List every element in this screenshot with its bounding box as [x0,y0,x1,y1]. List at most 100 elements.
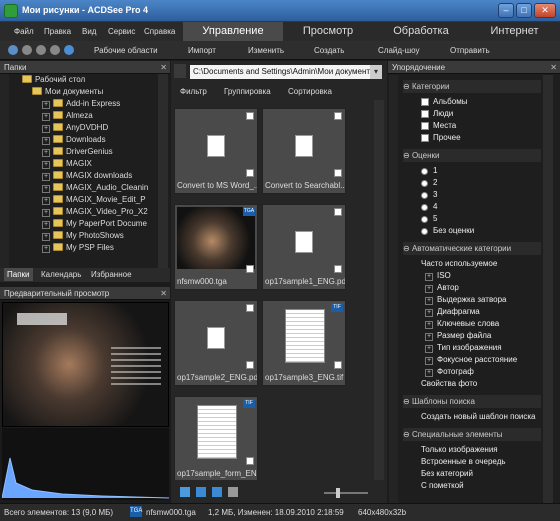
expand-icon[interactable]: + [42,173,50,181]
expand-icon[interactable]: + [425,273,433,281]
list-item[interactable]: Без категорий [421,469,473,478]
tree-row[interactable]: + My PSP Files [22,242,158,254]
list-item[interactable]: + ISO [425,271,451,281]
tree-row[interactable]: + Almeza [22,110,158,122]
toolbar-workspaces[interactable]: Рабочие области [94,46,158,55]
folders-scrollbar[interactable] [158,74,168,269]
filter-dropdown[interactable]: Фильтр [180,87,207,96]
list-item[interactable]: С пометкой [421,481,464,490]
tree-row[interactable]: Рабочий стол [22,74,158,86]
section-header[interactable]: ⊖ Шаблоны поиска [403,395,541,408]
list-item[interactable]: 2 [421,178,437,187]
organize-scrollbar[interactable] [543,75,553,503]
tree-row[interactable]: + MAGIX_Audio_Cleanin [22,182,158,194]
zoom-slider[interactable] [324,492,368,494]
list-item[interactable]: Альбомы [421,97,467,106]
list-item[interactable]: + Диафрагма [425,307,480,317]
toolbar-create[interactable]: Создать [314,46,344,55]
expand-icon[interactable]: + [42,233,50,241]
tab-favorites[interactable]: Избранное [88,268,135,281]
back-icon[interactable] [8,45,18,55]
checkbox[interactable] [421,134,429,142]
thumbnail-item[interactable]: TIF op17sample_form_EN... [174,396,258,480]
mode-tab-online[interactable]: Интернет [469,22,560,41]
select-checkbox[interactable] [246,169,254,177]
menu-view[interactable]: Вид [82,27,96,36]
expand-icon[interactable]: + [42,221,50,229]
tree-row[interactable]: + AnyDVDHD [22,122,158,134]
tree-row[interactable]: + MAGIX_Movie_Edit_P [22,194,158,206]
select-checkbox[interactable] [246,112,254,120]
tree-row[interactable]: + MAGIX [22,158,158,170]
path-dropdown-icon[interactable]: ▾ [370,65,382,79]
list-item[interactable]: + Размер файла [425,331,491,341]
collapse-icon[interactable]: ⊖ [403,82,412,91]
toolbar-slideshow[interactable]: Слайд-шоу [378,46,419,55]
maximize-button[interactable]: □ [516,3,532,18]
select-checkbox[interactable] [334,265,342,273]
expand-icon[interactable]: + [425,285,433,293]
minimize-button[interactable]: – [498,3,514,18]
expand-icon[interactable]: + [42,113,50,121]
mode-tab-manage[interactable]: Управление [183,22,283,41]
collapse-icon[interactable]: ⊖ [403,151,412,160]
expand-icon[interactable]: + [425,321,433,329]
list-item[interactable]: Прочее [421,133,461,142]
select-checkbox[interactable] [246,361,254,369]
rotate-right-icon[interactable] [212,487,222,497]
tab-folders[interactable]: Папки [4,268,33,281]
tree-row[interactable]: + MAGIX downloads [22,170,158,182]
radio-button[interactable] [421,168,428,175]
path-menu-icon[interactable] [174,64,186,78]
rotate-left-icon[interactable] [196,487,206,497]
menu-tools[interactable]: Сервис [108,27,135,36]
collapse-icon[interactable]: ⊖ [403,430,412,439]
menu-file[interactable]: Файл [14,27,34,36]
radio-button[interactable] [421,192,428,199]
section-header[interactable]: ⊖ Оценки [403,149,541,162]
sort-dropdown[interactable]: Сортировка [288,87,332,96]
expand-icon[interactable]: + [42,101,50,109]
expand-icon[interactable]: + [425,333,433,341]
radio-button[interactable] [421,204,428,211]
menu-edit[interactable]: Правка [44,27,71,36]
home-icon[interactable] [50,45,60,55]
batch-icon[interactable] [228,487,238,497]
list-item[interactable]: + Тип изображения [425,343,502,353]
mode-tab-develop[interactable]: Обработка [373,22,469,41]
checkbox[interactable] [421,122,429,130]
thumbnail-item[interactable]: op17sample2_ENG.pdf [174,300,258,386]
select-checkbox[interactable] [334,361,342,369]
collapse-icon[interactable]: ⊖ [403,397,412,406]
collapse-icon[interactable]: ⊖ [403,244,412,253]
tab-calendar[interactable]: Календарь [38,268,84,281]
select-checkbox[interactable] [246,457,254,465]
expand-icon[interactable]: + [42,125,50,133]
list-item[interactable]: Без оценки [421,226,474,235]
expand-icon[interactable]: + [425,297,433,305]
list-item[interactable]: + Фотограф [425,367,474,377]
section-header[interactable]: ⊖ Автоматические категории [403,242,541,255]
expand-icon[interactable]: + [425,345,433,353]
list-item[interactable]: + Выдержка затвора [425,295,506,305]
panel-close-icon[interactable]: ✕ [160,287,167,300]
toolbar-send[interactable]: Отправить [450,46,490,55]
path-field[interactable]: C:\Documents and Settings\Admin\Мои доку… [190,65,370,79]
zoom-slider-thumb[interactable] [336,488,340,498]
expand-icon[interactable]: + [42,197,50,205]
list-item[interactable]: Места [421,121,456,130]
list-item[interactable]: 3 [421,190,437,199]
expand-icon[interactable]: + [42,209,50,217]
thumbnail-item[interactable]: Convert to Searchabl... [262,108,346,194]
list-item[interactable]: + Автор [425,283,459,293]
up-icon[interactable] [36,45,46,55]
thumbnail-item[interactable]: Convert to MS Word_... [174,108,258,194]
expand-icon[interactable]: + [425,309,433,317]
tree-row[interactable]: + MAGIX_Video_Pro_X2 [22,206,158,218]
panel-close-icon[interactable]: ✕ [550,61,557,74]
panel-close-icon[interactable]: ✕ [160,61,167,74]
toolbar-edit[interactable]: Изменить [248,46,284,55]
checkbox[interactable] [421,98,429,106]
close-button[interactable]: ✕ [534,3,556,18]
tree-row[interactable]: + DriverGenius [22,146,158,158]
